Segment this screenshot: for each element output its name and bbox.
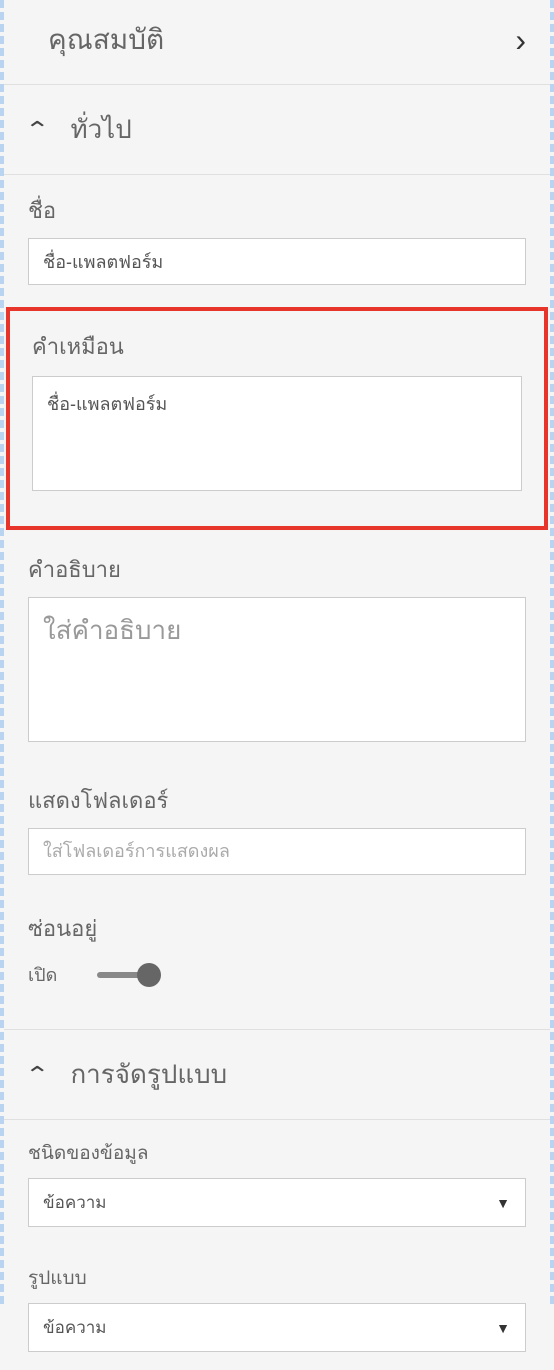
hidden-toggle[interactable] (97, 963, 161, 987)
data-type-label: ชนิดของข้อมูล (28, 1138, 526, 1168)
hidden-toggle-row: เปิด (28, 956, 526, 993)
data-type-select-wrapper: ข้อความ ▼ (28, 1178, 526, 1227)
display-folder-input[interactable] (28, 828, 526, 875)
display-folder-label: แสดงโฟลเดอร์ (28, 783, 526, 818)
synonym-highlight-box: คำเหมือน (6, 307, 548, 530)
hidden-status: เปิด (28, 960, 57, 989)
name-input[interactable] (28, 238, 526, 285)
toggle-thumb (137, 963, 161, 987)
hidden-label: ซ่อนอยู่ (28, 911, 526, 946)
display-folder-field-group: แสดงโฟลเดอร์ (4, 765, 550, 893)
data-type-field-group: ชนิดของข้อมูล ข้อความ ▼ (4, 1120, 550, 1245)
format-select-wrapper: ข้อความ ▼ (28, 1303, 526, 1352)
description-field-group: คำอธิบาย (4, 534, 550, 765)
general-section-title: ทั่วไป (70, 109, 131, 150)
formatting-section-title: การจัดรูปแบบ (70, 1054, 227, 1095)
general-section-header[interactable]: ⌃ ทั่วไป (4, 85, 550, 175)
name-label: ชื่อ (28, 193, 526, 228)
synonym-label: คำเหมือน (32, 329, 522, 364)
chevron-up-icon: ⌃ (24, 119, 50, 141)
data-type-select[interactable]: ข้อความ (28, 1178, 526, 1227)
panel-title: คุณสมบัติ (48, 18, 164, 62)
hidden-field-group: ซ่อนอยู่ เปิด (4, 893, 550, 1011)
description-label: คำอธิบาย (28, 552, 526, 587)
chevron-up-icon: ⌃ (24, 1064, 50, 1086)
format-field-group: รูปแบบ ข้อความ ▼ (4, 1245, 550, 1370)
synonym-input[interactable] (32, 376, 522, 491)
formatting-section-header[interactable]: ⌃ การจัดรูปแบบ (4, 1030, 550, 1120)
properties-panel: คุณสมบัติ › ⌃ ทั่วไป ชื่อ คำเหมือน คำอธิ… (4, 0, 550, 1370)
name-field-group: ชื่อ (4, 175, 550, 303)
format-select[interactable]: ข้อความ (28, 1303, 526, 1352)
panel-header: คุณสมบัติ › (4, 0, 550, 85)
chevron-right-icon[interactable]: › (515, 24, 526, 56)
description-input[interactable] (28, 597, 526, 742)
format-label: รูปแบบ (28, 1263, 526, 1293)
